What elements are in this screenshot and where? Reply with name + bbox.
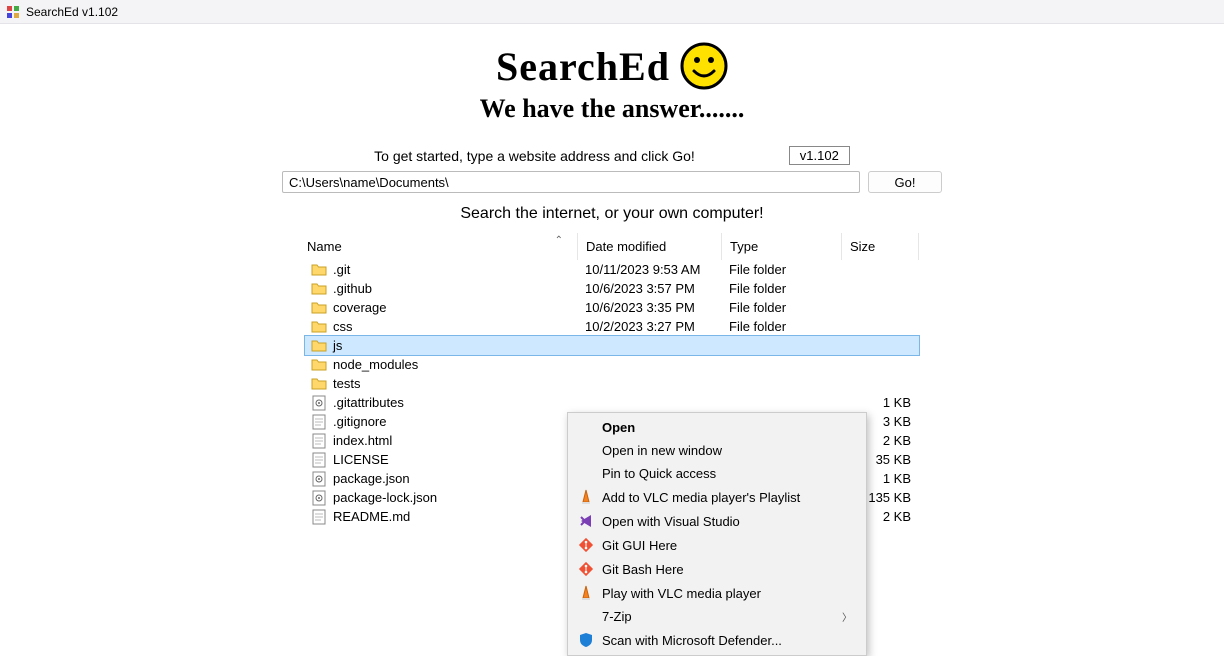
file-name: node_modules: [333, 357, 418, 372]
file-name: package.json: [333, 471, 410, 486]
col-size[interactable]: Size: [841, 233, 919, 260]
file-name: tests: [333, 376, 360, 391]
folder-icon: [311, 300, 327, 316]
col-date[interactable]: Date modified: [577, 233, 721, 260]
context-menu: Open Open in new window Pin to Quick acces…: [567, 412, 867, 656]
file-date: 10/2/2023 3:27 PM: [577, 319, 721, 334]
file-type: File folder: [721, 281, 841, 296]
file-name: package-lock.json: [333, 490, 437, 505]
menu-label: Open: [602, 420, 852, 435]
logo-text: SearchEd: [496, 43, 670, 90]
file-name: js: [333, 338, 342, 353]
file-date: 10/11/2023 9:53 AM: [577, 262, 721, 277]
file-name: index.html: [333, 433, 392, 448]
file-name: coverage: [333, 300, 386, 315]
file-row[interactable]: js: [305, 336, 919, 355]
menu-label: Pin to Quick access: [602, 466, 852, 481]
file-name: .gitattributes: [333, 395, 404, 410]
menu-item[interactable]: Open with Visual Studio: [570, 509, 864, 533]
column-headers: Name ⌃ Date modified Type Size: [305, 233, 919, 260]
version-label: v1.102: [789, 146, 850, 165]
title-bar: SearchEd v1.102: [0, 0, 1224, 24]
vs-icon: [578, 513, 594, 529]
folder-icon: [311, 281, 327, 297]
menu-item[interactable]: Git GUI Here: [570, 533, 864, 557]
file-name: .github: [333, 281, 372, 296]
file-icon: [311, 433, 327, 449]
menu-label: Add to VLC media player's Playlist: [602, 490, 852, 505]
window-title: SearchEd v1.102: [26, 5, 118, 19]
git-icon: [578, 561, 594, 577]
file-row[interactable]: tests: [305, 374, 919, 393]
menu-label: Open in new window: [602, 443, 852, 458]
folder-icon: [311, 338, 327, 354]
file-icon: [311, 452, 327, 468]
app-icon: [6, 5, 20, 19]
menu-item[interactable]: 7-Zip 〉: [570, 605, 864, 628]
file-row[interactable]: node_modules: [305, 355, 919, 374]
file-row[interactable]: .gitattributes 1 KB: [305, 393, 919, 412]
folder-icon: [311, 319, 327, 335]
file-name: README.md: [333, 509, 410, 524]
chevron-right-icon: 〉: [842, 609, 852, 624]
address-input[interactable]: [282, 171, 860, 193]
folder-icon: [311, 262, 327, 278]
gear-file-icon: [311, 395, 327, 411]
menu-item[interactable]: Pin to Quick access: [570, 462, 864, 485]
file-list: Name ⌃ Date modified Type Size .git 10/11…: [305, 233, 919, 526]
file-type: File folder: [721, 262, 841, 277]
file-row[interactable]: coverage 10/6/2023 3:35 PMFile folder: [305, 298, 919, 317]
logo: SearchEd: [496, 42, 728, 90]
col-type[interactable]: Type: [721, 233, 841, 260]
folder-icon: [311, 376, 327, 392]
smiley-icon: [680, 42, 728, 90]
file-size: 1 KB: [841, 395, 919, 410]
file-row[interactable]: css 10/2/2023 3:27 PMFile folder: [305, 317, 919, 336]
vlc-icon: [578, 585, 594, 601]
file-row[interactable]: .github 10/6/2023 3:57 PMFile folder: [305, 279, 919, 298]
file-icon: [311, 414, 327, 430]
menu-label: Git Bash Here: [602, 562, 852, 577]
menu-item[interactable]: Git Bash Here: [570, 557, 864, 581]
menu-item[interactable]: Open in new window: [570, 439, 864, 462]
file-icon: [311, 509, 327, 525]
file-name: css: [333, 319, 353, 334]
file-name: LICENSE: [333, 452, 389, 467]
file-date: 10/6/2023 3:35 PM: [577, 300, 721, 315]
menu-label: Play with VLC media player: [602, 586, 852, 601]
gear-file-icon: [311, 490, 327, 506]
vlc-icon: [578, 489, 594, 505]
file-type: File folder: [721, 300, 841, 315]
shield-icon: [578, 632, 594, 648]
menu-item[interactable]: Open: [570, 416, 864, 439]
tagline: We have the answer.......: [0, 94, 1224, 124]
sort-caret-icon: ⌃: [555, 235, 563, 246]
file-type: File folder: [721, 319, 841, 334]
subheading: Search the internet, or your own compute…: [0, 205, 1224, 223]
menu-item[interactable]: Scan with Microsoft Defender...: [570, 628, 864, 652]
menu-label: Git GUI Here: [602, 538, 852, 553]
file-name: .gitignore: [333, 414, 386, 429]
file-row[interactable]: .git 10/11/2023 9:53 AMFile folder: [305, 260, 919, 279]
menu-item[interactable]: Add to VLC media player's Playlist: [570, 485, 864, 509]
go-button[interactable]: Go!: [868, 171, 942, 193]
gear-file-icon: [311, 471, 327, 487]
menu-label: Open with Visual Studio: [602, 514, 852, 529]
hint-text: To get started, type a website address a…: [374, 148, 695, 164]
folder-icon: [311, 357, 327, 373]
menu-item[interactable]: Play with VLC media player: [570, 581, 864, 605]
file-name: .git: [333, 262, 350, 277]
menu-label: Scan with Microsoft Defender...: [602, 633, 852, 648]
git-icon: [578, 537, 594, 553]
menu-label: 7-Zip: [602, 609, 834, 624]
file-date: 10/6/2023 3:57 PM: [577, 281, 721, 296]
col-name[interactable]: Name ⌃: [305, 233, 577, 260]
